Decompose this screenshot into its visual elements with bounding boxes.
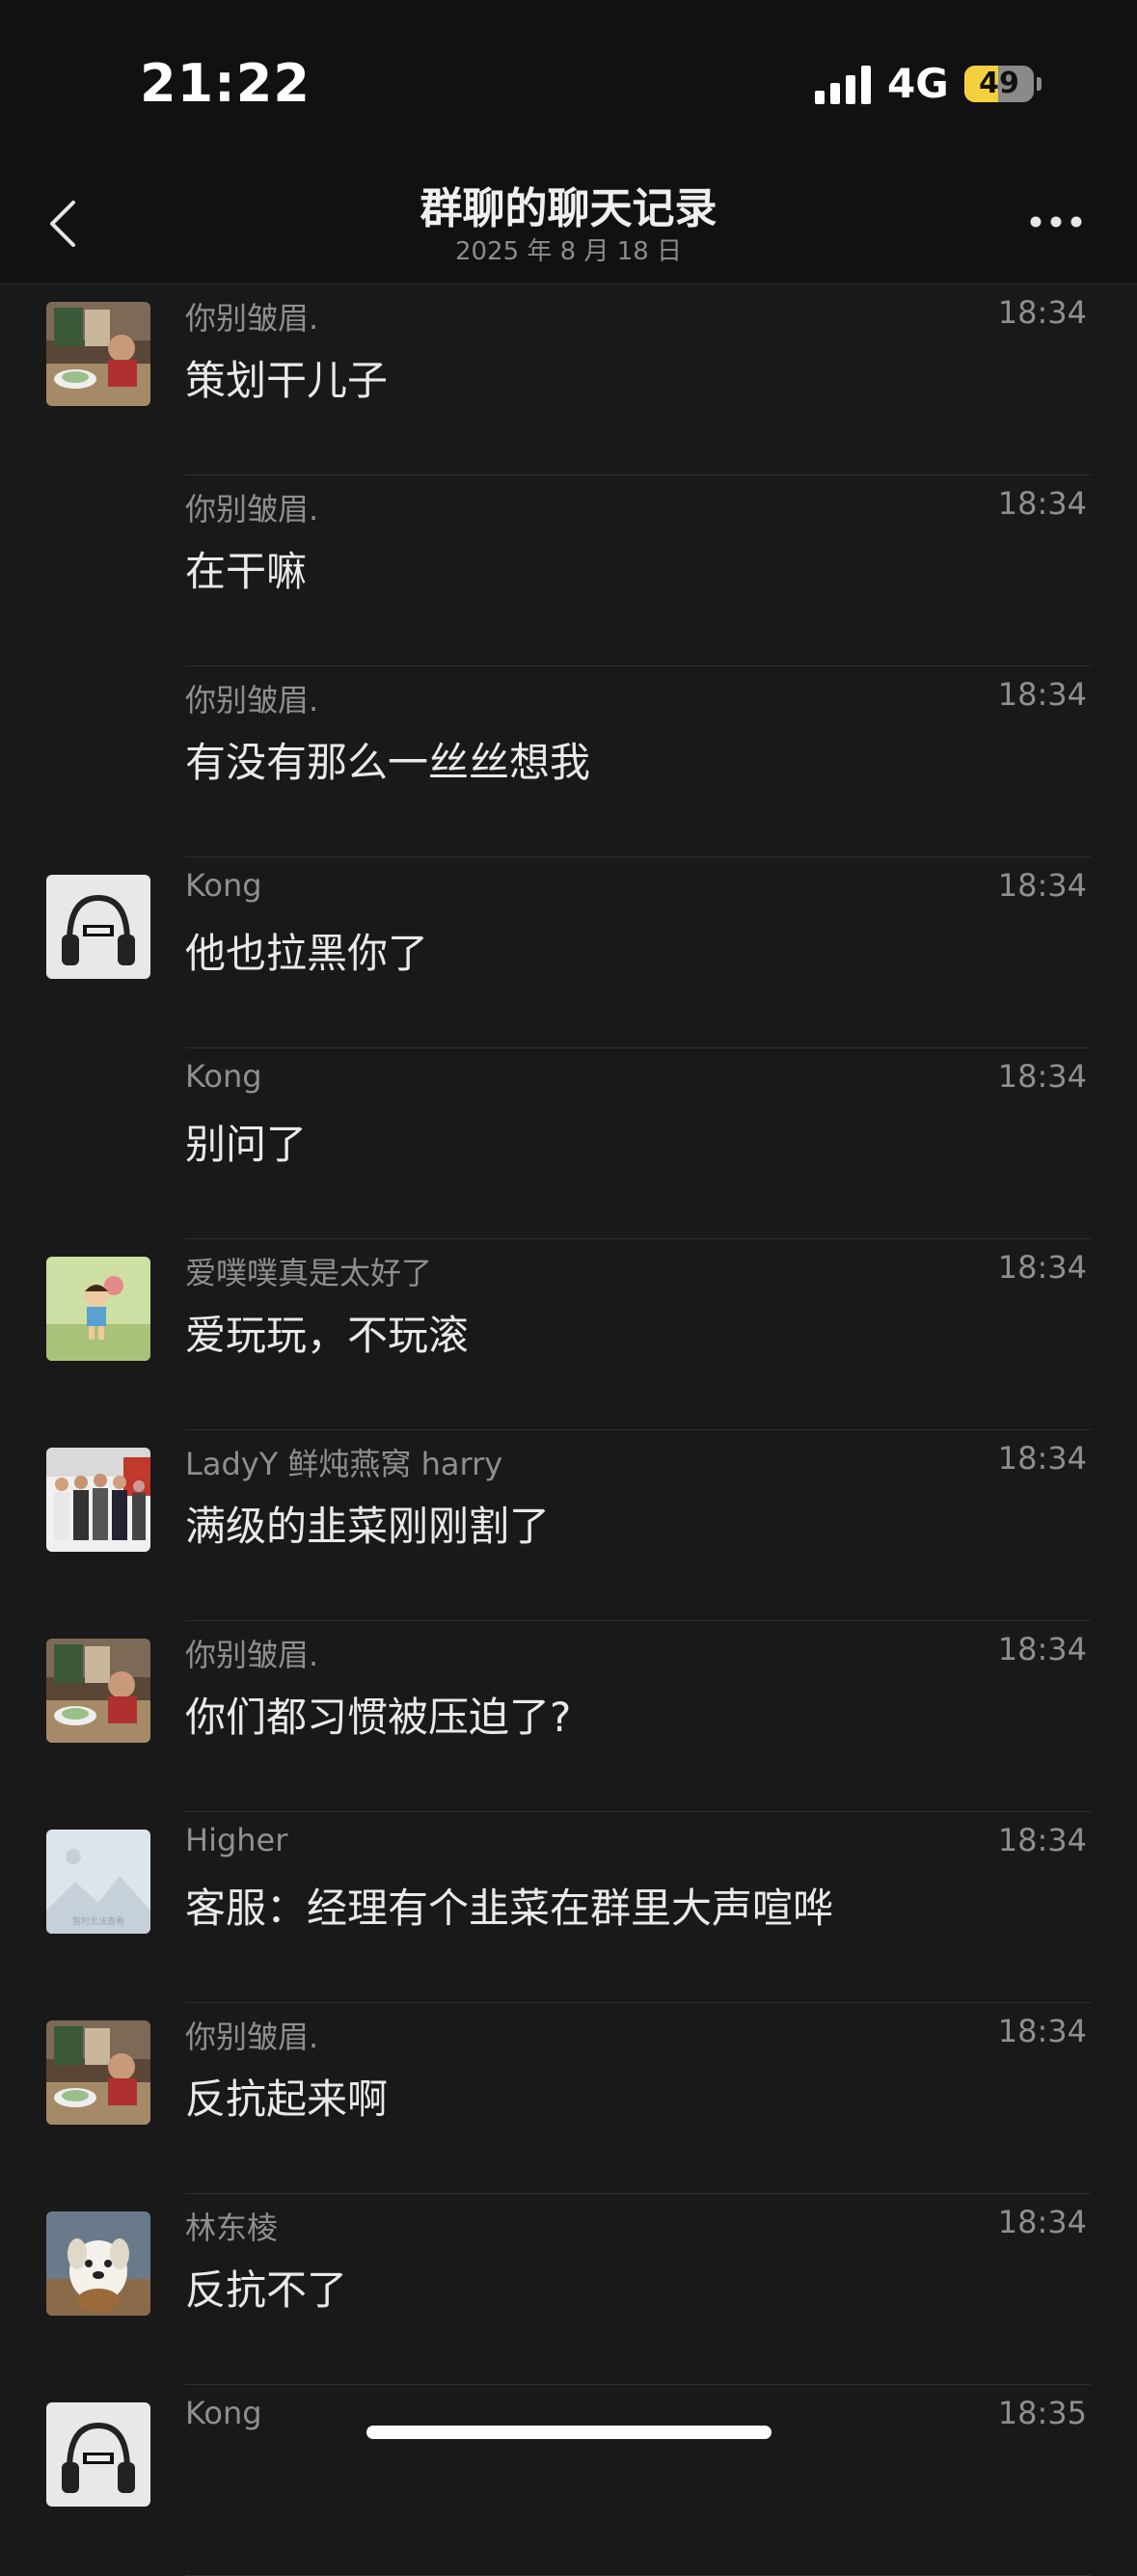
message-text[interactable]: 策划干儿子	[185, 348, 388, 407]
message-time: 18:34	[997, 1440, 1087, 1477]
avatar-puppy[interactable]	[46, 2211, 150, 2316]
message-time: 18:34	[997, 1631, 1087, 1668]
avatar-headphones[interactable]	[46, 2402, 150, 2507]
status-bar: 21:22 4G 49	[0, 0, 1137, 145]
sender-name[interactable]: Kong	[185, 2395, 262, 2431]
sender-name[interactable]: 爱噗噗真是太好了	[185, 1249, 432, 1293]
avatar-group-photo[interactable]	[46, 1448, 150, 1552]
chat-message-row[interactable]: 你别皱眉. 18:34 策划干儿子	[0, 285, 1137, 475]
chat-message-row[interactable]: 你别皱眉. 18:34 你们都习惯被压迫了?	[0, 1621, 1137, 1812]
nav-bar: 群聊的聊天记录 2025 年 8 月 18 日	[0, 145, 1137, 285]
chat-message-row[interactable]: Kong 18:34 别问了	[0, 1048, 1137, 1239]
avatar-dinner-table[interactable]	[46, 2020, 150, 2125]
chat-message-row[interactable]: 你别皱眉. 18:34 有没有那么一丝丝想我	[0, 666, 1137, 857]
chat-message-row[interactable]: Kong 18:34 他也拉黑你了	[0, 857, 1137, 1048]
avatar-cartoon-child[interactable]	[46, 1257, 150, 1361]
sender-name[interactable]: 林东棱	[185, 2204, 278, 2248]
message-text[interactable]: 客服：经理有个韭菜在群里大声喧哗	[185, 1876, 833, 1935]
message-time: 18:34	[997, 485, 1087, 522]
avatar-dinner-table[interactable]	[46, 1639, 150, 1743]
message-text[interactable]: 在干嘛	[185, 539, 307, 598]
chat-message-row[interactable]: Kong 18:35	[0, 2385, 1137, 2576]
battery-cap	[1037, 77, 1042, 91]
message-time: 18:34	[997, 2013, 1087, 2049]
message-text[interactable]: 反抗不了	[185, 2258, 347, 2317]
avatar-headphones[interactable]	[46, 875, 150, 979]
message-text[interactable]: 反抗起来啊	[185, 2067, 388, 2126]
sender-name[interactable]: 你别皱眉.	[185, 485, 318, 529]
message-time: 18:34	[997, 867, 1087, 904]
home-indicator[interactable]	[366, 2426, 772, 2439]
chat-message-row[interactable]: 你别皱眉. 18:34 反抗起来啊	[0, 2003, 1137, 2194]
avatar-placeholder-image[interactable]: 暂时无法查看	[46, 1830, 150, 1934]
more-button[interactable]	[1022, 207, 1090, 236]
sender-name[interactable]: 你别皱眉.	[185, 676, 318, 720]
chat-message-row[interactable]: 爱噗噗真是太好了 18:34 爱玩玩，不玩滚	[0, 1239, 1137, 1430]
sender-name[interactable]: Kong	[185, 1058, 262, 1095]
message-text[interactable]: 他也拉黑你了	[185, 921, 428, 980]
message-text[interactable]: 爱玩玩，不玩滚	[185, 1303, 469, 1362]
network-type: 4G	[887, 60, 949, 107]
cellular-signal-icon	[815, 66, 871, 104]
chat-message-row[interactable]: 暂时无法查看 Higher 18:34 客服：经理有个韭菜在群里大声喧哗	[0, 1812, 1137, 2003]
page-subtitle-date: 2025 年 8 月 18 日	[454, 237, 683, 266]
message-time: 18:34	[997, 2204, 1087, 2240]
message-time: 18:34	[997, 676, 1087, 713]
message-text[interactable]: 有没有那么一丝丝想我	[185, 730, 590, 789]
chat-message-row[interactable]: 林东棱 18:34 反抗不了	[0, 2194, 1137, 2385]
chat-message-row[interactable]: LadyY 鲜炖燕窝 harry 18:34 满级的韭菜刚刚割了	[0, 1430, 1137, 1621]
message-time: 18:34	[997, 1058, 1087, 1095]
sender-name[interactable]: LadyY 鲜炖燕窝 harry	[185, 1440, 502, 1484]
chat-message-row[interactable]: 你别皱眉. 18:34 在干嘛	[0, 475, 1137, 666]
chat-record-list[interactable]: 你别皱眉. 18:34 策划干儿子 你别皱眉. 18:34 在干嘛 你别皱眉. 18:34 有没…	[0, 285, 1137, 2576]
status-time: 21:22	[140, 53, 311, 114]
message-time: 18:34	[997, 1249, 1087, 1286]
message-text[interactable]: 满级的韭菜刚刚割了	[185, 1494, 550, 1553]
message-text[interactable]: 别问了	[185, 1112, 307, 1171]
sender-name[interactable]: 你别皱眉.	[185, 2013, 318, 2057]
more-dots-icon	[1030, 216, 1082, 228]
message-time: 18:34	[997, 294, 1087, 331]
message-text[interactable]: 你们都习惯被压迫了?	[185, 1685, 571, 1744]
sender-name[interactable]: 你别皱眉.	[185, 294, 318, 339]
sender-name[interactable]: 你别皱眉.	[185, 1631, 318, 1675]
message-time: 18:35	[997, 2395, 1087, 2431]
sender-name[interactable]: Kong	[185, 867, 262, 904]
battery-percent: 49	[979, 67, 1019, 100]
avatar-dinner-table[interactable]	[46, 302, 150, 406]
message-time: 18:34	[997, 1822, 1087, 1858]
battery-icon: 49	[964, 66, 1034, 102]
svg-text:暂时无法查看: 暂时无法查看	[72, 1915, 124, 1927]
page-title: 群聊的聊天记录	[420, 184, 717, 233]
sender-name[interactable]: Higher	[185, 1822, 287, 1858]
